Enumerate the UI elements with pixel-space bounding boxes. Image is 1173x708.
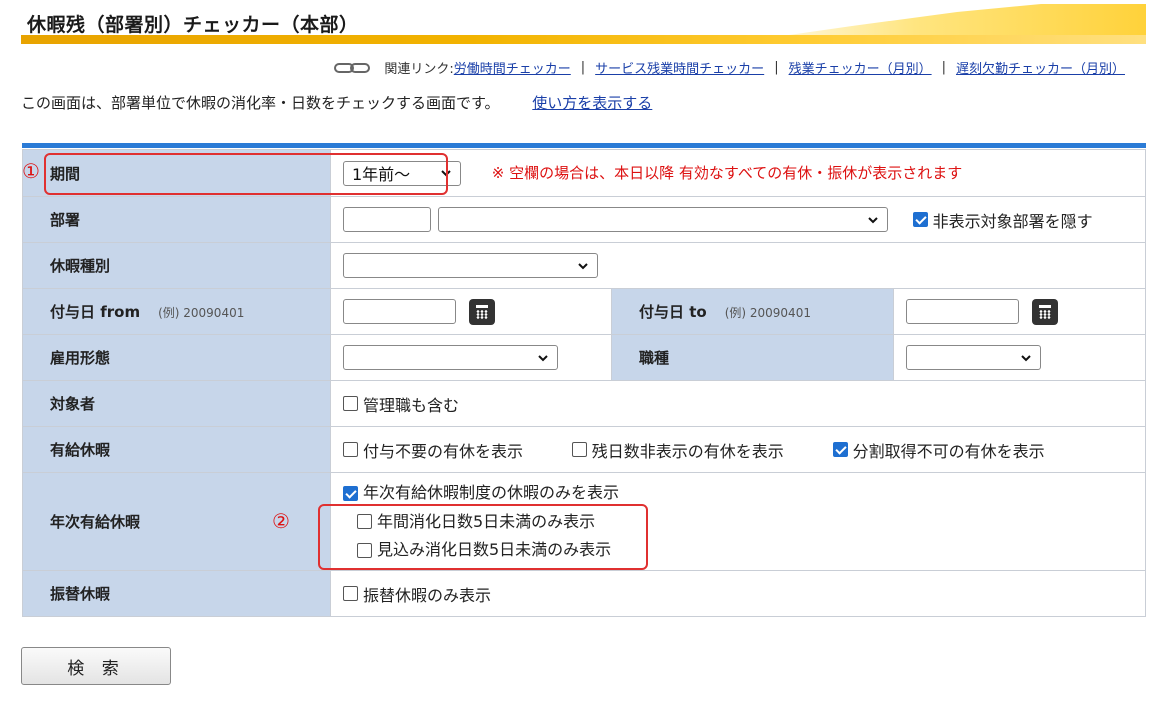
form-top-border (22, 143, 1146, 148)
annual-under5-checkbox[interactable]: 年間消化日数5日未満のみ表示 (357, 508, 595, 536)
annotation-marker-2: ② (272, 509, 290, 533)
chevron-down-icon (538, 354, 548, 361)
check-icon (912, 212, 928, 227)
link-separator: | (580, 60, 586, 75)
grant-from-input[interactable] (343, 299, 456, 324)
description-text: この画面は、部署単位で休暇の消化率・日数をチェックする画面です。 (21, 94, 500, 112)
checkbox-box (357, 542, 372, 558)
period-select[interactable]: 1年前～ (343, 160, 461, 186)
department-select[interactable] (437, 207, 888, 232)
howto-link[interactable]: 使い方を表示する (532, 94, 652, 112)
row-substitute-leave: 振替休暇 振替休暇のみ表示 (22, 570, 1146, 617)
value-grant-from (330, 288, 612, 335)
value-employment-type (330, 334, 612, 381)
value-substitute-leave: 振替休暇のみ表示 (330, 570, 1146, 617)
show-no-grant-label: 付与不要の有休を表示 (363, 441, 524, 461)
label-grant-from: 付与日 from (例) 20090401 (22, 288, 331, 335)
job-type-select[interactable] (906, 345, 1041, 370)
value-target: 管理職も含む (330, 380, 1146, 427)
related-links: 関連リンク: 労働時間チェッカー | サービス残業時間チェッカー | 残業チェッ… (334, 58, 1125, 77)
period-selected-value: 1年前～ (352, 165, 411, 184)
projected-under5-label: 見込み消化日数5日未満のみ表示 (377, 540, 612, 560)
value-grant-to (893, 288, 1146, 335)
label-grant-to: 付与日 to (例) 20090401 (611, 288, 894, 335)
chevron-down-icon (441, 170, 451, 177)
calendar-icon[interactable] (1031, 298, 1058, 325)
annual-only-checkbox[interactable]: 年次有給休暇制度の休暇のみを表示 (343, 479, 619, 507)
row-leave-type: 休暇種別 (22, 242, 1146, 289)
calendar-icon[interactable] (468, 298, 495, 325)
checkbox-box (571, 442, 587, 457)
show-hidden-remaining-label: 残日数非表示の有休を表示 (591, 441, 784, 461)
leave-type-select[interactable] (343, 253, 598, 278)
period-note: ※ 空欄の場合は、本日以降 有効なすべての有休・振休が表示されます (491, 163, 963, 182)
checkbox-box (343, 396, 358, 411)
annual-only-label: 年次有給休暇制度の休暇のみを表示 (363, 483, 620, 503)
grant-from-example: (例) 20090401 (158, 306, 245, 320)
label-substitute-leave: 振替休暇 (22, 570, 331, 617)
label-job-type: 職種 (611, 334, 894, 381)
row-paid-leave: 有給休暇 付与不要の有休を表示 残日数非表示の有休を表示 分割取得不可の有休を表… (22, 426, 1146, 473)
label-leave-type: 休暇種別 (22, 242, 331, 289)
title-bar: 休暇残（部署別）チェッカー（本部） (21, 4, 1146, 44)
row-department: 部署 非表示対象部署を隠す (22, 196, 1146, 243)
label-employment-type: 雇用形態 (22, 334, 331, 381)
checkbox-box (343, 442, 358, 457)
search-button[interactable]: 検 索 (21, 647, 171, 685)
row-period: 期間 1年前～ ※ 空欄の場合は、本日以降 有効なすべての有休・振休が表示されま… (22, 149, 1146, 197)
grant-to-example: (例) 20090401 (724, 306, 811, 320)
checkbox-box (357, 514, 372, 530)
search-form: 期間 1年前～ ※ 空欄の場合は、本日以降 有効なすべての有休・振休が表示されま… (22, 149, 1146, 617)
page-description: この画面は、部署単位で休暇の消化率・日数をチェックする画面です。 使い方を表示す… (21, 92, 652, 113)
value-department: 非表示対象部署を隠す (330, 196, 1146, 243)
value-job-type (893, 334, 1146, 381)
row-annual-paid-leave: 年次有給休暇 年次有給休暇制度の休暇のみを表示 年間消化日数5日未満のみ表示 見… (22, 472, 1146, 571)
check-icon (832, 442, 848, 457)
label-paid-leave: 有給休暇 (22, 426, 331, 473)
grant-to-input[interactable] (906, 299, 1019, 324)
value-annual-paid-leave: 年次有給休暇制度の休暇のみを表示 年間消化日数5日未満のみ表示 見込み消化日数5… (330, 472, 1146, 571)
show-no-grant-checkbox[interactable]: 付与不要の有休を表示 (343, 438, 523, 462)
show-no-split-checkbox[interactable]: 分割取得不可の有休を表示 (832, 438, 1045, 462)
employment-type-select[interactable] (343, 345, 558, 370)
value-leave-type (330, 242, 1146, 289)
chevron-down-icon (1021, 354, 1031, 361)
include-managers-label: 管理職も含む (363, 395, 460, 415)
substitute-only-checkbox[interactable]: 振替休暇のみ表示 (343, 582, 491, 606)
value-period: 1年前～ ※ 空欄の場合は、本日以降 有効なすべての有休・振休が表示されます (330, 149, 1146, 197)
label-period: 期間 (22, 149, 331, 197)
check-icon (343, 485, 358, 501)
row-target: 対象者 管理職も含む (22, 380, 1146, 427)
row-grant-date: 付与日 from (例) 20090401 付与日 to (例) 20090401 (22, 288, 1146, 335)
show-hidden-remaining-checkbox[interactable]: 残日数非表示の有休を表示 (571, 438, 784, 462)
link-separator: | (774, 60, 779, 75)
link-overtime-monthly[interactable]: 残業チェッカー（月別） (789, 58, 932, 77)
label-department: 部署 (22, 196, 331, 243)
hide-departments-checkbox[interactable]: 非表示対象部署を隠す (912, 208, 1093, 232)
chevron-down-icon (578, 262, 588, 269)
page-title: 休暇残（部署別）チェッカー（本部） (27, 14, 359, 36)
department-code-input[interactable] (343, 207, 431, 232)
related-links-prefix: 関連リンク: (384, 62, 454, 77)
annotation-marker-1: ① (22, 159, 40, 183)
link-separator: | (941, 60, 946, 75)
chain-link-icon (334, 62, 371, 73)
show-no-split-label: 分割取得不可の有休を表示 (852, 441, 1045, 461)
label-target: 対象者 (22, 380, 331, 427)
annual-under5-label: 年間消化日数5日未満のみ表示 (377, 511, 596, 531)
substitute-only-label: 振替休暇のみ表示 (363, 585, 492, 605)
checkbox-box (343, 586, 358, 601)
link-labor-hours[interactable]: 労働時間チェッカー (454, 58, 571, 77)
chevron-down-icon (868, 216, 878, 223)
row-employment: 雇用形態 職種 (22, 334, 1146, 381)
include-managers-checkbox[interactable]: 管理職も含む (343, 392, 459, 416)
projected-under5-checkbox[interactable]: 見込み消化日数5日未満のみ表示 (357, 536, 611, 564)
hide-departments-label: 非表示対象部署を隠す (932, 211, 1093, 231)
link-service-overtime[interactable]: サービス残業時間チェッカー (595, 58, 764, 77)
link-tardiness-monthly[interactable]: 遅刻欠勤チェッカー（月別） (956, 58, 1125, 77)
value-paid-leave: 付与不要の有休を表示 残日数非表示の有休を表示 分割取得不可の有休を表示 (330, 426, 1146, 473)
